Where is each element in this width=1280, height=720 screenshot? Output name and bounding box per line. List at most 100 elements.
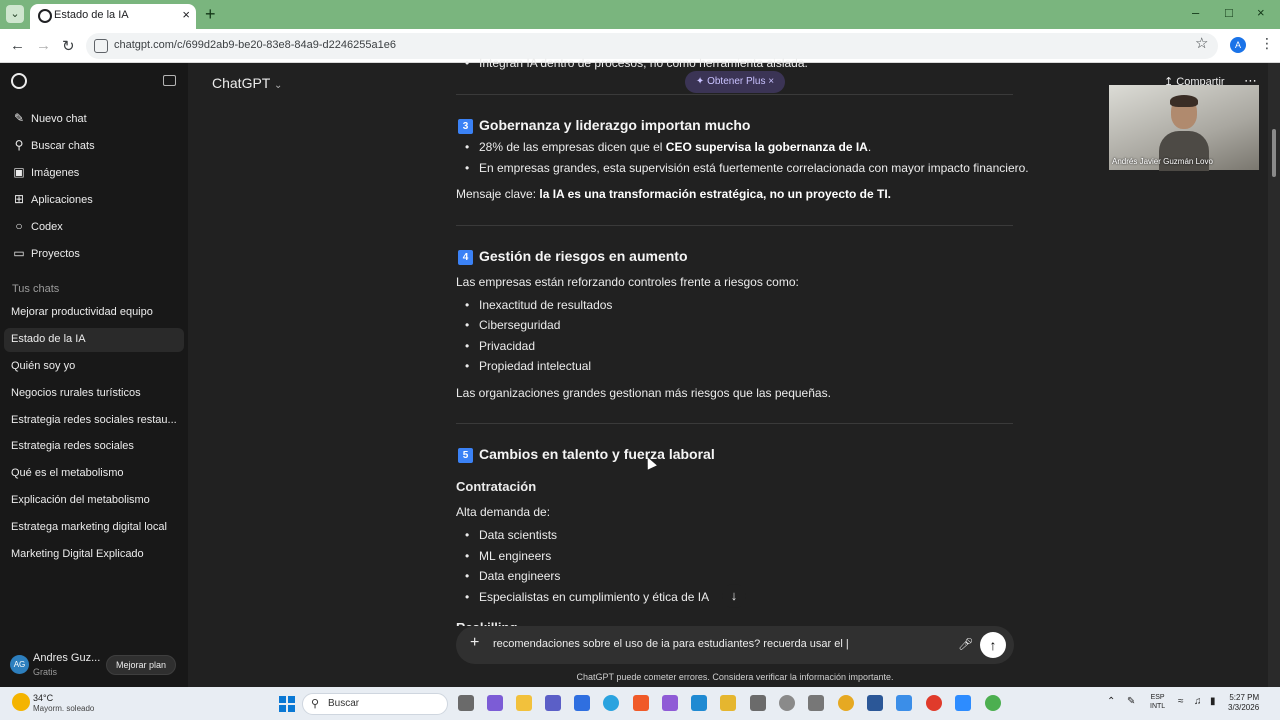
close-tab-icon[interactable]: × — [182, 7, 190, 22]
chat-item[interactable]: Mejorar productividad equipo — [4, 301, 184, 325]
codex-icon: ○ — [15, 219, 23, 233]
chat-item-active[interactable]: Estado de la IA — [4, 328, 184, 352]
chat-item[interactable]: Marketing Digital Explicado — [4, 543, 184, 567]
upgrade-plan-button[interactable]: Mejorar plan — [106, 655, 176, 675]
vscode-icon[interactable] — [691, 695, 707, 711]
pen-icon[interactable]: ✎ — [1127, 696, 1135, 707]
back-icon[interactable]: ← — [10, 37, 25, 54]
pdf-reader-icon[interactable] — [926, 695, 942, 711]
bookmark-star-icon[interactable]: ☆ — [1195, 34, 1208, 52]
site-info-icon[interactable] — [94, 39, 108, 53]
nav-label: Proyectos — [31, 248, 80, 260]
sidebar-toggle-icon[interactable] — [163, 75, 176, 86]
composer: + recomendaciones sobre el uso de ia par… — [456, 626, 1014, 664]
chat-item[interactable]: Estrategia redes sociales — [4, 435, 184, 459]
weather-sun-icon[interactable] — [12, 693, 30, 711]
list-item-text: Ciberseguridad — [479, 318, 561, 332]
nav-apps[interactable]: ⊞ Aplicaciones — [8, 189, 180, 213]
windows-start-icon[interactable] — [279, 696, 295, 712]
zoom-icon[interactable] — [955, 695, 971, 711]
weather-desc: Mayorm. soleado — [33, 704, 95, 713]
nav-label: Codex — [31, 221, 63, 233]
browser-menu-icon[interactable]: ⋮ — [1260, 35, 1274, 52]
paragraph: Las organizaciones grandes gestionan más… — [456, 386, 831, 400]
settings-icon[interactable] — [808, 695, 824, 711]
word-icon[interactable] — [867, 695, 883, 711]
copilot-icon[interactable] — [487, 695, 503, 711]
battery-icon[interactable]: ▮ — [1210, 696, 1216, 707]
scrollbar[interactable] — [1268, 63, 1280, 687]
brave-icon[interactable] — [633, 695, 649, 711]
tab-search-icon[interactable]: ⌄ — [6, 5, 24, 23]
browser-tab[interactable]: Estado de la IA × — [30, 4, 196, 29]
weather-temp: 34°C — [33, 693, 54, 703]
close-icon[interactable]: × — [768, 76, 774, 87]
microphone-icon[interactable]: 🎤︎ — [958, 637, 973, 651]
close-window-icon[interactable]: × — [1257, 5, 1265, 20]
model-selector[interactable]: ChatGPT ⌄ — [212, 75, 282, 91]
chat-item[interactable]: Quién soy yo — [4, 355, 184, 379]
scroll-down-icon[interactable]: ↓ — [722, 584, 746, 608]
tab-title: Estado de la IA — [54, 9, 129, 21]
nav-label: Aplicaciones — [31, 194, 93, 206]
profile-avatar[interactable]: A — [1230, 37, 1246, 53]
chat-item[interactable]: Estratega marketing digital local — [4, 516, 184, 540]
chrome-icon[interactable] — [985, 695, 1001, 711]
chat-item[interactable]: Negocios rurales turísticos — [4, 382, 184, 406]
list-item-text: Data scientists — [479, 528, 558, 542]
tray-chevron-up-icon[interactable]: ⌃ — [1107, 696, 1115, 707]
new-tab-icon[interactable]: + — [205, 4, 216, 25]
list-item-text: Propiedad intelectual — [479, 359, 592, 373]
volume-icon[interactable]: ♫ — [1194, 696, 1202, 707]
wifi-icon[interactable]: ≈ — [1178, 696, 1184, 707]
notes-icon[interactable] — [720, 695, 736, 711]
list-item-text: Inexactitud de resultados — [479, 298, 613, 312]
taskbar-search[interactable]: ⚲ Buscar — [302, 693, 448, 715]
forward-icon[interactable]: → — [36, 37, 51, 54]
minimize-icon[interactable]: – — [1192, 5, 1199, 20]
paragraph: Las empresas están reforzando controles … — [456, 275, 799, 289]
telegram-icon[interactable] — [603, 695, 619, 711]
chat-item[interactable]: Estrategia redes sociales restau... — [4, 409, 184, 433]
visual-studio-icon[interactable] — [662, 695, 678, 711]
user-account[interactable]: AG Andres Guz... Gratis Mejorar plan — [0, 649, 188, 685]
teams-icon[interactable] — [545, 695, 561, 711]
file-explorer-icon[interactable] — [516, 695, 532, 711]
attach-plus-icon[interactable]: + — [470, 634, 479, 652]
list-item-text: ML engineers — [479, 549, 552, 563]
browser-tab-bar: ⌄ Estado de la IA × + – □ × — [0, 0, 1280, 29]
list-item-text: Data engineers — [479, 569, 561, 583]
get-plus-button[interactable]: ✦ Obtener Plus × — [685, 71, 785, 93]
nav-projects[interactable]: ▭ Proyectos — [8, 243, 180, 267]
chat-item[interactable]: Qué es el metabolismo — [4, 462, 184, 486]
language-indicator[interactable]: ESP INTL — [1150, 693, 1165, 711]
clock[interactable]: 5:27 PM 3/3/2026 — [1228, 693, 1259, 713]
chat-item-label: Marketing Digital Explicado — [11, 548, 144, 560]
maximize-icon[interactable]: □ — [1225, 5, 1233, 20]
chatgpt-logo-icon[interactable] — [11, 73, 27, 89]
nav-codex[interactable]: ○ Codex — [8, 216, 180, 240]
video-call-overlay[interactable]: Andrés Javier Guzmán Lovo — [1109, 85, 1259, 171]
chat-item-label: Qué es el metabolismo — [11, 467, 124, 479]
scroll-thumb[interactable] — [1272, 129, 1276, 177]
nav-search-chats[interactable]: ⚲ Buscar chats — [8, 135, 180, 159]
nav-new-chat[interactable]: ✎ Nuevo chat — [8, 108, 180, 132]
chat-item-label: Mejorar productividad equipo — [11, 306, 153, 318]
nav-images[interactable]: ▣ Imágenes — [8, 162, 180, 186]
chrome-canary-icon[interactable] — [838, 695, 854, 711]
section-heading: 4 Gestión de riesgos en aumento — [458, 248, 688, 265]
section-title: Cambios en talento y fuerza laboral — [479, 446, 715, 462]
notepad-icon[interactable] — [896, 695, 912, 711]
divider — [456, 225, 1013, 226]
chat-item[interactable]: Explicación del metabolismo — [4, 489, 184, 513]
avatar: AG — [10, 655, 29, 674]
settings-gear-icon[interactable] — [779, 695, 795, 711]
app-icon[interactable] — [750, 695, 766, 711]
chat-item-label: Estrategia redes sociales — [11, 440, 134, 452]
number-badge: 4 — [458, 250, 473, 265]
reload-icon[interactable]: ↻ — [62, 37, 75, 55]
send-button[interactable]: ↑ — [980, 632, 1006, 658]
message-input[interactable]: recomendaciones sobre el uso de ia para … — [493, 638, 849, 650]
task-view-icon[interactable] — [458, 695, 474, 711]
store-icon[interactable] — [574, 695, 590, 711]
